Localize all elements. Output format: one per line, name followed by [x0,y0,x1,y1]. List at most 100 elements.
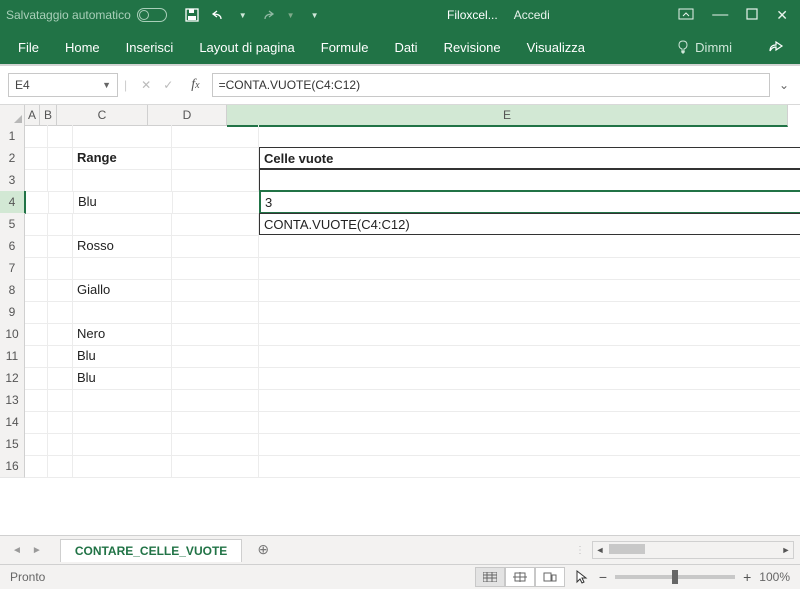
cell[interactable] [48,389,73,412]
tab-file[interactable]: File [16,34,41,61]
cell[interactable] [259,323,800,346]
add-sheet-icon[interactable]: ⊕ [254,541,272,559]
cell[interactable] [259,279,800,302]
save-icon[interactable] [185,8,199,22]
sheet-nav-next-icon[interactable]: ► [32,545,42,556]
spreadsheet-grid[interactable]: ABCDE 12RangeCelle vuote34Blu35CONTA.VUO… [0,105,800,535]
cell[interactable] [48,235,73,258]
tab-view[interactable]: Visualizza [525,34,587,61]
redo-dropdown-icon[interactable]: ▼ [287,11,295,20]
cell[interactable] [48,169,73,192]
row-header[interactable]: 2 [0,147,25,170]
cell[interactable] [259,125,800,148]
tab-formulas[interactable]: Formule [319,34,371,61]
cell[interactable] [259,301,800,324]
close-icon[interactable]: ✕ [776,7,788,24]
select-all-corner[interactable] [0,105,25,126]
cell[interactable] [172,169,259,192]
cancel-formula-icon[interactable]: ✕ [141,78,151,92]
column-header[interactable]: D [148,105,227,126]
minimize-icon[interactable]: — [712,6,728,24]
cell[interactable] [172,455,259,478]
cell[interactable] [25,323,48,346]
name-box[interactable]: E4 ▼ [8,73,118,97]
cell[interactable] [49,191,74,214]
row-header[interactable]: 7 [0,257,25,280]
cell[interactable] [48,213,73,236]
cell[interactable] [25,433,48,456]
share-icon[interactable] [768,39,784,56]
cell[interactable] [73,257,172,280]
cell[interactable] [25,147,48,170]
row-header[interactable]: 9 [0,301,25,324]
cell[interactable] [172,279,259,302]
page-break-view-icon[interactable] [535,567,565,587]
cell[interactable] [259,345,800,368]
cell[interactable] [48,257,73,280]
cell[interactable] [48,301,73,324]
column-header[interactable]: E [227,105,788,127]
cell[interactable] [25,169,48,192]
row-header[interactable]: 4 [0,191,26,214]
cell[interactable] [259,169,800,191]
cell[interactable] [48,411,73,434]
cell[interactable] [259,389,800,412]
row-header[interactable]: 16 [0,455,25,478]
tab-insert[interactable]: Inserisci [124,34,176,61]
cell[interactable]: Blu [74,191,173,214]
row-header[interactable]: 14 [0,411,25,434]
cell[interactable] [25,367,48,390]
row-header[interactable]: 12 [0,367,25,390]
cell[interactable] [48,433,73,456]
undo-dropdown-icon[interactable]: ▼ [239,11,247,20]
cell[interactable] [172,323,259,346]
redo-icon[interactable] [259,9,275,21]
zoom-in-icon[interactable]: + [743,569,751,585]
scroll-left-icon[interactable]: ◄ [593,545,607,555]
cell[interactable] [172,301,259,324]
cell[interactable] [48,455,73,478]
row-header[interactable]: 1 [0,125,25,148]
cell[interactable]: Celle vuote [259,147,800,169]
cell[interactable] [48,279,73,302]
cell[interactable] [48,125,73,148]
cell[interactable] [25,257,48,280]
undo-icon[interactable] [211,9,227,21]
cell[interactable] [25,345,48,368]
cell[interactable] [73,389,172,412]
cell[interactable] [48,345,73,368]
cell[interactable] [25,389,48,412]
expand-formula-bar-icon[interactable]: ⌄ [776,78,792,92]
cell[interactable] [73,213,172,236]
cell[interactable] [73,125,172,148]
cell[interactable]: CONTA.VUOTE(C4:C12) [259,213,800,235]
horizontal-scrollbar[interactable]: ◄ ► [592,541,794,559]
cell[interactable] [172,411,259,434]
row-header[interactable]: 15 [0,433,25,456]
tab-review[interactable]: Revisione [442,34,503,61]
cell[interactable] [172,125,259,148]
cell[interactable] [73,433,172,456]
cell[interactable] [259,257,800,280]
cell[interactable] [25,455,48,478]
cell[interactable] [259,455,800,478]
cell[interactable]: Blu [73,345,172,368]
scroll-right-icon[interactable]: ► [779,545,793,555]
row-header[interactable]: 13 [0,389,25,412]
column-header[interactable]: C [57,105,148,126]
formula-bar-input[interactable]: =CONTA.VUOTE(C4:C12) [212,73,770,97]
cell[interactable] [172,213,259,236]
cell[interactable] [172,389,259,412]
row-header[interactable]: 11 [0,345,25,368]
cell[interactable] [259,367,800,390]
cell[interactable] [259,235,800,258]
row-header[interactable]: 3 [0,169,25,192]
tell-me[interactable]: Dimmi [676,40,732,55]
cell[interactable] [173,191,260,214]
row-header[interactable]: 6 [0,235,25,258]
row-header[interactable]: 8 [0,279,25,302]
zoom-level[interactable]: 100% [759,570,790,584]
grip-icon[interactable]: ⋮ [569,545,592,556]
zoom-slider[interactable] [615,575,735,579]
cell[interactable] [25,125,48,148]
